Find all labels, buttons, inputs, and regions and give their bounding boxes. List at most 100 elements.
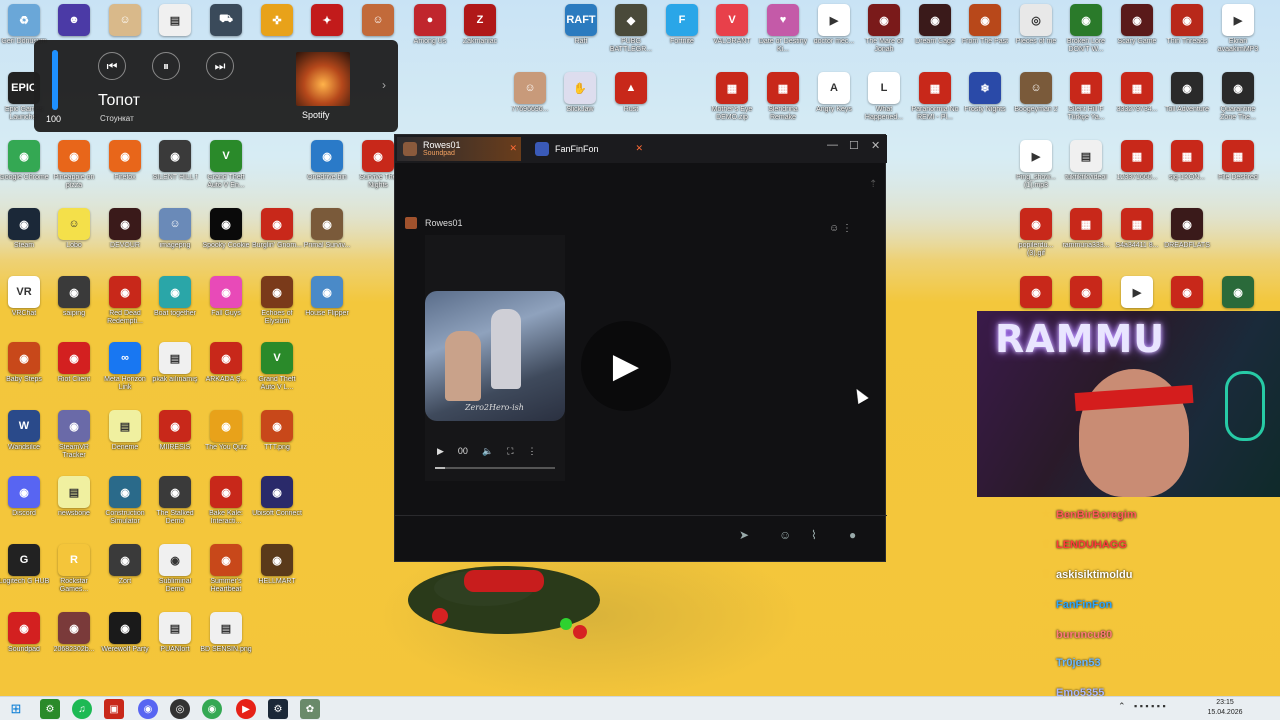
desktop-icon[interactable]: ☺ imagepng — [151, 208, 199, 268]
desktop-icon[interactable]: ◉ Spooky Cookie — [202, 208, 250, 268]
desktop-icon[interactable]: VR VRChat — [0, 276, 48, 336]
desktop-icon[interactable]: ◉ Baby Steps — [0, 342, 48, 402]
desktop-icon[interactable]: ∞ Meta Horizon Link — [101, 342, 149, 402]
desktop-icon[interactable]: V Grand Theft Auto V L... — [253, 342, 301, 402]
system-clock[interactable]: 23:15 15.04.2026 — [1200, 698, 1250, 718]
discord-icon[interactable]: ◉ — [138, 699, 158, 719]
desktop-icon[interactable]: ◉ Bake Kale: Interacti... — [202, 476, 250, 536]
desktop-icon[interactable]: ▦ 333279734... — [1113, 72, 1161, 132]
desktop-icon[interactable]: ◆ PUBG BATTLEGR... — [607, 4, 655, 64]
desktop-icon[interactable]: ♥ Date or Destiny Ki... — [759, 4, 807, 64]
desktop-icon[interactable]: ◉ Red Dead Redempti... — [101, 276, 149, 336]
desktop-icon[interactable]: ◉ ARKADA Ş... — [202, 342, 250, 402]
desktop-icon[interactable]: ◉ Firefox — [101, 140, 149, 200]
desktop-icon[interactable]: Z Zakmaniac — [456, 4, 504, 64]
desktop-icon[interactable]: ▤ tüktiktikvideol — [1062, 140, 1110, 200]
desktop-icon[interactable]: ✋ SlickJaw — [556, 72, 604, 132]
desktop-icon[interactable]: ▦ rammuna333... — [1062, 208, 1110, 268]
desktop-icon[interactable]: ▦ sig-1KON... — [1163, 140, 1211, 200]
attachment-icon[interactable]: ⌇ — [811, 528, 817, 542]
desktop-icon[interactable]: ◉ Zort — [101, 544, 149, 604]
close-tab-icon[interactable]: ✕ — [635, 143, 643, 154]
desktop-icon[interactable]: ● Among Us — [406, 4, 454, 64]
desktop-icon[interactable]: ◉ Riot Client — [50, 342, 98, 402]
desktop-icon[interactable]: ◉ Pineapple on pizza — [50, 140, 98, 200]
send-icon[interactable]: ➤ — [739, 528, 749, 542]
desktop-icon[interactable]: ▦ Silent Hill F Türkçe Ya... — [1062, 72, 1110, 132]
desktop-icon[interactable]: ☺ Boogeyman 2 — [1012, 72, 1060, 132]
desktop-icon[interactable]: ◉ MIIRESIS — [151, 410, 199, 470]
minimize-button[interactable]: — — [827, 139, 838, 151]
desktop-icon[interactable]: ▦ File Deshred — [1214, 140, 1262, 200]
desktop-icon[interactable]: ▦ 123371660... — [1113, 140, 1161, 200]
desktop-icon[interactable]: ◉ Scary Game — [1113, 4, 1161, 64]
app-icon-1[interactable]: ⚙ — [40, 699, 60, 719]
desktop-icon[interactable]: ◉ The Stalked Demo — [151, 476, 199, 536]
big-play-button[interactable]: ▶ — [581, 321, 671, 411]
chrome-icon[interactable]: ◉ — [202, 699, 222, 719]
desktop-icon[interactable]: ☺ 77696696... — [506, 72, 554, 132]
desktop-icon[interactable]: ▤ Deneme — [101, 410, 149, 470]
desktop-icon[interactable]: ◉ The Mare of Jonah — [860, 4, 908, 64]
desktop-icon[interactable]: V VALORANT — [708, 4, 756, 64]
desktop-icon[interactable]: F Fortnite — [658, 4, 706, 64]
more-icon[interactable]: ⋮ — [527, 446, 536, 457]
desktop-icon[interactable]: ◉ Thin Threads — [1163, 4, 1211, 64]
video-player[interactable]: Zero2Hero-ish ▶ 00 🔈 ⛶ ⋮ — [425, 235, 565, 481]
desktop-icon[interactable]: ▤ pkak aılınamış — [151, 342, 199, 402]
windows-start-icon[interactable]: ⊞ — [6, 699, 26, 719]
microphone-icon[interactable]: ● — [849, 528, 856, 542]
desktop-icon[interactable]: ◉ Construction Simulator — [101, 476, 149, 536]
youtube-icon[interactable]: ▶ — [236, 699, 256, 719]
desktop-icon[interactable]: ▦ Mother's Eye DEMO.zip — [708, 72, 756, 132]
desktop-icon[interactable]: ◉ Google Chrome — [0, 140, 49, 200]
desktop-icon[interactable]: ☺ Lobo — [50, 208, 98, 268]
volume-slider[interactable] — [52, 50, 58, 110]
volume-icon[interactable]: 🔈 — [482, 446, 493, 457]
desktop-icon[interactable]: ❄ Frosty Nights — [961, 72, 1009, 132]
desktop-icon[interactable]: ▤ PUANlort — [151, 612, 199, 672]
desktop-icon[interactable]: ◉ saiping — [50, 276, 98, 336]
desktop-icon[interactable]: R Rockstar Games... — [50, 544, 98, 604]
emoji-icon[interactable]: ☺ — [779, 528, 791, 542]
message-actions[interactable]: ☺ ⋮ — [829, 223, 852, 234]
desktop-icon[interactable]: ▦ S4a34411 8... — [1113, 208, 1161, 268]
desktop-icon[interactable]: L What Happened... — [860, 72, 908, 132]
desktop-icon[interactable]: ◉ Toll Adventure — [1163, 72, 1211, 132]
fullscreen-icon[interactable]: ⛶ — [507, 446, 513, 457]
desktop-icon[interactable]: ▤ newsbone — [50, 476, 98, 536]
desktop-icon[interactable]: ◉ TTT.png — [253, 410, 301, 470]
close-tab-icon[interactable]: ✕ — [509, 143, 517, 154]
desktop-icon[interactable]: ▦ Slendrina Remake — [759, 72, 807, 132]
tab-fanfinfon[interactable]: FanFinFon ✕ — [529, 137, 647, 161]
desktop-icon[interactable]: ▶ doctor mec... — [810, 4, 858, 64]
obs-icon[interactable]: ◎ — [170, 699, 190, 719]
desktop-icon[interactable]: ▦ Paranormia No REMI - Pl... — [911, 72, 959, 132]
steam-icon[interactable]: ⚙ — [268, 699, 288, 719]
message-input[interactable] — [399, 522, 739, 548]
tray-icons[interactable]: ▪ ▪ ▪ ▪ ▪ ▪ — [1134, 701, 1166, 711]
desktop-icon[interactable]: ◉ Discord — [0, 476, 48, 536]
desktop-icon[interactable]: ◎ Pieces of me — [1012, 4, 1060, 64]
desktop-icon[interactable]: A Angry Keys — [810, 72, 858, 132]
desktop-icon[interactable]: ◉ Burglin' Gnom... — [252, 208, 302, 268]
desktop-icon[interactable]: ▶ Ping_show... (1).mp3 — [1012, 140, 1060, 200]
desktop-icon[interactable]: ◉ SteamVR Tracker — [50, 410, 98, 470]
play-icon[interactable]: ▶ — [437, 446, 444, 457]
desktop-icon[interactable]: ◉ From The Past — [961, 4, 1009, 64]
skip-back-icon[interactable]: ⏮ — [98, 52, 126, 80]
desktop-icon[interactable]: ◉ Soundpad — [0, 612, 48, 672]
spotify-icon[interactable]: ♫ — [72, 699, 92, 719]
desktop-icon[interactable]: ◉ Summer's Heartbeat — [202, 544, 250, 604]
desktop-icon[interactable]: ◉ Quarantine Zone The... — [1214, 72, 1262, 132]
desktop-icon[interactable]: ◉ DREADFLATS — [1163, 208, 1211, 268]
desktop-icon[interactable]: ◉ Ubisoft Connect — [252, 476, 302, 536]
desktop-icon[interactable]: ◉ Dream Cage — [911, 4, 959, 64]
desktop-icon[interactable]: G Logitech G HUB — [0, 544, 49, 604]
pause-icon[interactable]: ⏸ — [152, 52, 180, 80]
scroll-up-icon[interactable]: ⇡ — [869, 179, 877, 190]
soundpad-icon[interactable]: ▣ — [104, 699, 124, 719]
video-progress[interactable] — [435, 467, 555, 469]
desktop-icon[interactable]: ◉ Fall Guys — [202, 276, 250, 336]
desktop-icon[interactable]: ◉ The You Quiz — [202, 410, 250, 470]
